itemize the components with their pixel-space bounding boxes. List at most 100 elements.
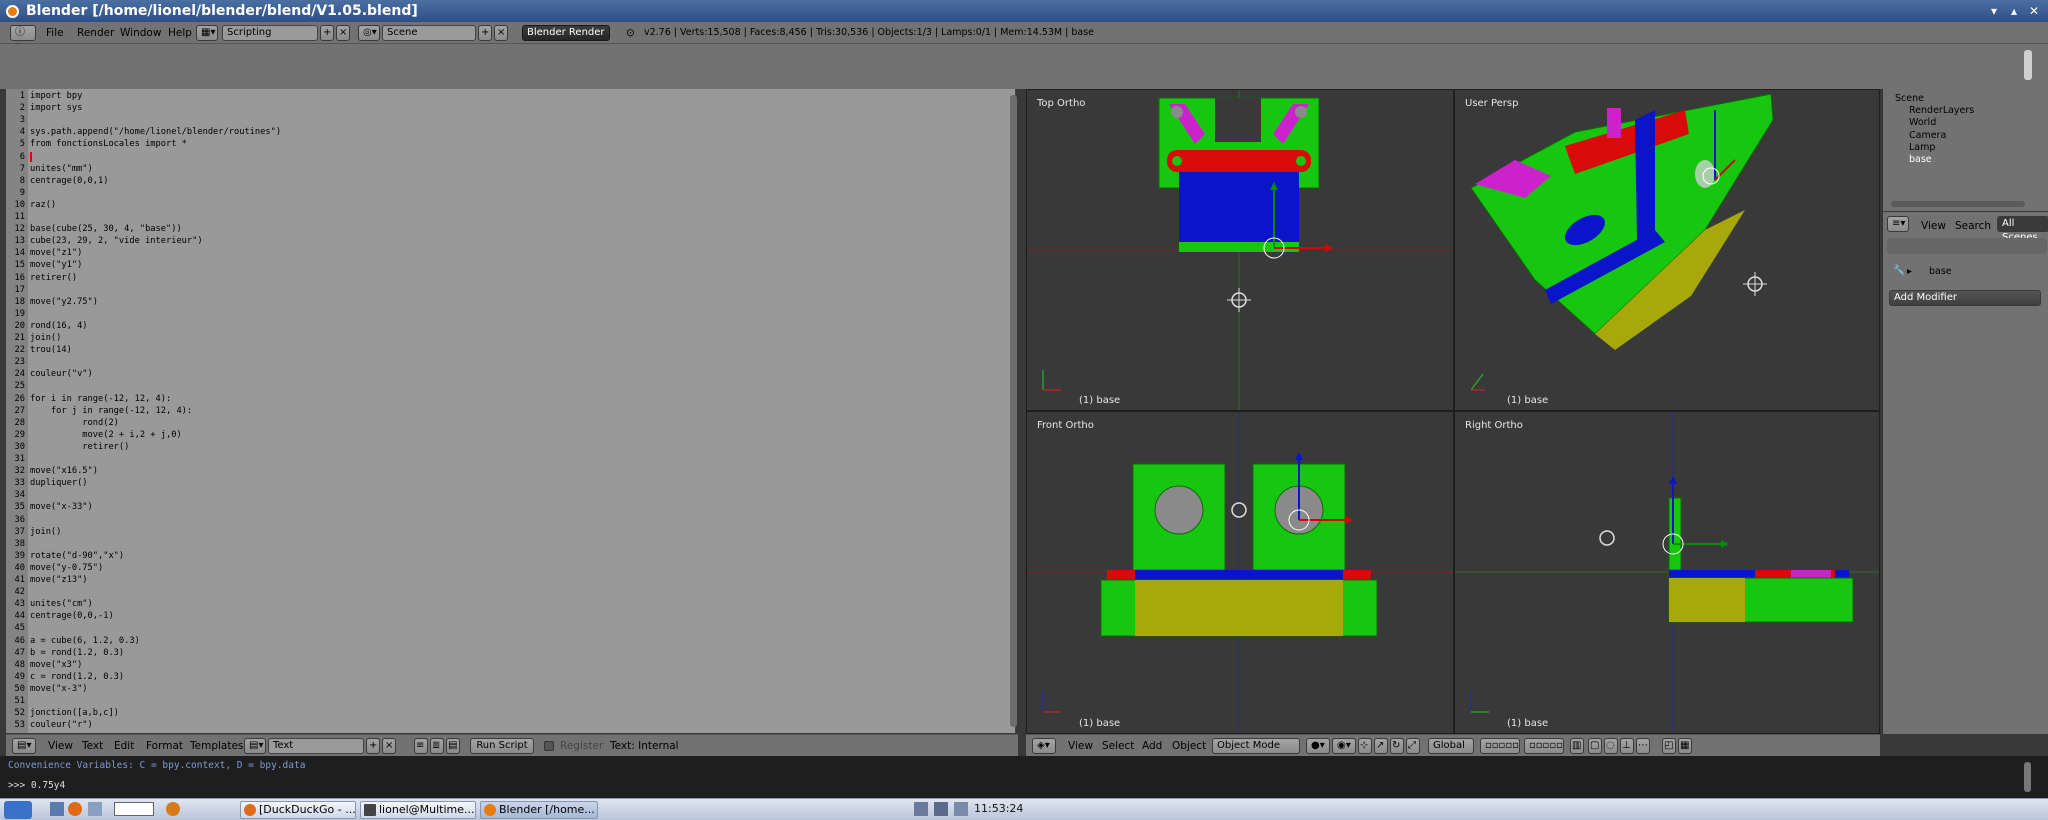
code-line[interactable]: unites("cm") <box>30 599 93 609</box>
menu-help[interactable]: Help <box>168 27 192 39</box>
text-editor[interactable]: 1 2 3 4 5 6 7 8 9 10 11 12 13 14 15 16 17 18 19 20 21 22 23 24 2… <box>6 89 1016 733</box>
code-line[interactable]: join() <box>30 333 61 343</box>
word-wrap-toggle[interactable]: ≣ <box>430 738 444 754</box>
code-line[interactable]: centrage(0,0,-1) <box>30 611 114 621</box>
firefox-launcher-icon[interactable] <box>68 802 82 816</box>
text-menu-format[interactable]: Format <box>146 740 183 752</box>
scale-toggle[interactable]: ⤢ <box>1406 738 1420 754</box>
network-icon[interactable] <box>934 802 948 816</box>
add-modifier-button[interactable]: Add Modifier <box>1889 290 2041 306</box>
properties-context-tabs[interactable] <box>1887 238 2047 254</box>
code-line[interactable]: c = rond(1.2, 0.3) <box>30 672 124 682</box>
console-input[interactable]: >>> 0.75y4 <box>8 780 65 791</box>
code-line[interactable]: jonction([a,b,c]) <box>30 708 119 718</box>
menu-file[interactable]: File <box>46 27 64 39</box>
outliner-lamp[interactable]: Lamp <box>1909 142 1935 153</box>
code-line[interactable]: cube(23, 29, 2, "vide interieur") <box>30 236 203 246</box>
code-line[interactable]: dupliquer() <box>30 478 88 488</box>
viewport-front-ortho[interactable]: Front Ortho (1) base <box>1026 411 1454 734</box>
text-menu-view[interactable]: View <box>48 740 73 752</box>
code-line[interactable]: move("y1") <box>30 260 82 270</box>
register-checkbox[interactable] <box>544 741 554 751</box>
close-icon[interactable]: ✕ <box>2026 3 2042 19</box>
code-line[interactable]: rotate("d-90","x") <box>30 551 124 561</box>
code-line[interactable]: retirer() <box>30 273 77 283</box>
outliner-world[interactable]: World <box>1909 117 1936 128</box>
layout-field[interactable]: Scripting <box>222 25 318 41</box>
terminal-launcher-icon[interactable] <box>50 802 64 816</box>
viewport-user-persp[interactable]: User Persp (1) base <box>1454 89 1880 411</box>
code-line[interactable]: move(2 + i,2 + j,0) <box>30 430 181 440</box>
tab-search[interactable]: Search <box>1955 220 1991 232</box>
orientation-select[interactable]: Global <box>1428 738 1474 754</box>
proportional-edit-icon[interactable]: ◌ <box>1604 738 1618 754</box>
pivot-select[interactable]: ◉▾ <box>1332 738 1356 754</box>
rotate-toggle[interactable]: ↻ <box>1390 738 1404 754</box>
layers-grid-2[interactable]: ▫▫▫▫▫ <box>1524 738 1564 754</box>
line-numbers-toggle[interactable]: ≡ <box>414 738 428 754</box>
manipulator-toggle[interactable]: ⊹ <box>1358 738 1372 754</box>
code-line[interactable]: move("x16.5") <box>30 466 98 476</box>
properties-editor-type-button[interactable]: ≡▾ <box>1887 216 1909 232</box>
code-line[interactable]: join() <box>30 527 61 537</box>
code-line[interactable]: move("z13") <box>30 575 88 585</box>
menu-window[interactable]: Window <box>120 27 161 39</box>
view3d-editor-type-button[interactable]: ◈▾ <box>1032 738 1056 754</box>
view3d-menu-object[interactable]: Object <box>1172 740 1206 752</box>
code-line[interactable]: trou(14) <box>30 345 72 355</box>
layer-lock-icon[interactable]: ▥ <box>1570 738 1584 754</box>
minimize-icon[interactable]: ▾ <box>1986 3 2002 19</box>
view3d-menu-view[interactable]: View <box>1068 740 1093 752</box>
code-line[interactable]: base(cube(25, 30, 4, "base")) <box>30 224 182 234</box>
outliner-base[interactable]: base <box>1909 154 1932 165</box>
code-line[interactable]: rond(16, 4) <box>30 321 88 331</box>
code-line[interactable]: rond(2) <box>30 418 119 428</box>
render-engine-select[interactable]: Blender Render <box>522 25 610 41</box>
outliner[interactable]: Scene RenderLayers World Camera Lamp bas… <box>1882 89 2048 211</box>
code-line[interactable]: move("y-0.75") <box>30 563 103 573</box>
code-line[interactable]: move("y2.75") <box>30 297 98 307</box>
opengl-anim-icon[interactable]: ▦ <box>1678 738 1692 754</box>
text-editor-type-button[interactable]: ▤▾ <box>12 738 36 754</box>
snap-element-icon[interactable]: ⋯ <box>1636 738 1650 754</box>
outliner-renderlayers[interactable]: RenderLayers <box>1909 105 1974 116</box>
code-line[interactable]: retirer() <box>30 442 129 452</box>
task-blender[interactable]: Blender [/home... <box>480 801 598 819</box>
scrollbar[interactable] <box>2024 50 2032 80</box>
start-menu-icon[interactable] <box>4 801 32 819</box>
code-line[interactable]: move("z1") <box>30 248 82 258</box>
shading-select[interactable]: ●▾ <box>1306 738 1330 754</box>
scene-field[interactable]: Scene <box>382 25 476 41</box>
text-add-button[interactable]: + <box>366 738 380 754</box>
run-script-button[interactable]: Run Script <box>470 738 534 754</box>
opengl-render-icon[interactable]: ◰ <box>1662 738 1676 754</box>
syntax-highlight-toggle[interactable]: ▤ <box>446 738 460 754</box>
scene-remove-button[interactable]: × <box>494 25 508 41</box>
view3d-menu-add[interactable]: Add <box>1142 740 1162 752</box>
outliner-scene[interactable]: Scene <box>1895 93 1924 104</box>
files-launcher-icon[interactable] <box>88 802 102 816</box>
object-mode-select[interactable]: Object Mode <box>1212 738 1300 754</box>
layers-grid-1[interactable]: ▫▫▫▫▫ <box>1480 738 1520 754</box>
scene-add-button[interactable]: + <box>478 25 492 41</box>
tab-all-scenes[interactable]: All Scenes <box>1997 216 2048 243</box>
console-scrollbar[interactable] <box>2024 762 2031 792</box>
code-line[interactable]: unites("mm") <box>30 164 93 174</box>
outliner-scrollbar[interactable] <box>1891 201 2025 207</box>
editor-type-button[interactable]: ⓘ ▾ <box>10 25 36 52</box>
battery-icon[interactable] <box>954 802 968 816</box>
workspace-pager[interactable] <box>114 802 154 816</box>
layout-browse-button[interactable]: ▦▾ <box>196 25 218 41</box>
blender-launcher-icon[interactable] <box>166 802 180 816</box>
outliner-camera[interactable]: Camera <box>1909 130 1946 141</box>
tab-view[interactable]: View <box>1921 220 1946 232</box>
menu-render[interactable]: Render <box>77 27 114 39</box>
code-line[interactable]: sys.path.append("/home/lionel/blender/ro… <box>30 127 281 137</box>
viewport-top-ortho[interactable]: Top Ortho (1) base <box>1026 89 1454 411</box>
code-line[interactable]: import bpy <box>30 91 82 101</box>
snap-icon[interactable]: ⊥ <box>1620 738 1634 754</box>
code-line[interactable]: couleur("r") <box>30 720 93 730</box>
layout-add-button[interactable]: + <box>320 25 334 41</box>
task-terminal[interactable]: lionel@Multime... <box>360 801 476 819</box>
code-line[interactable]: for i in range(-12, 12, 4): <box>30 394 171 404</box>
